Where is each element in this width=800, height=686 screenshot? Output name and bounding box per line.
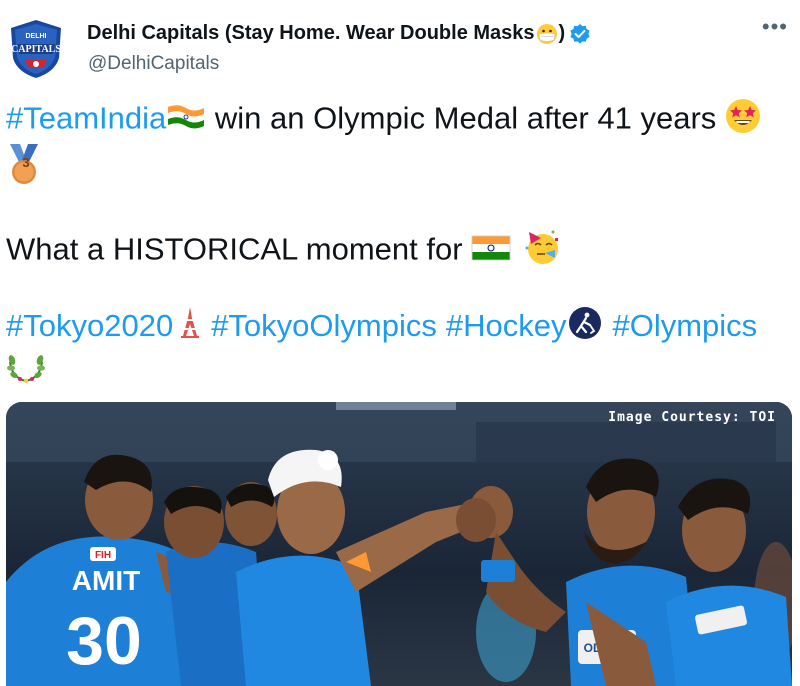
jersey-name-text: AMIT [72,565,140,596]
hashtag-teamindia[interactable]: #TeamIndia [6,101,166,136]
laurel-wreath-icon [6,348,46,393]
tweet-line-1-text: win an Olympic Medal after 41 years [206,100,725,136]
tokyo-tower-icon [179,306,201,349]
partying-face-icon [523,228,561,275]
avatar[interactable]: DELHI CAPITALS [7,18,65,80]
tweet-line-1: #TeamIndia win an Olympic Medal after 41… [6,98,761,143]
image-courtesy-caption: Image Courtesy: TOI [608,410,776,425]
tweet-line-5 [6,348,46,393]
tweet-line-3-text: What a HISTORICAL moment for [6,231,472,267]
mask-face-icon [536,23,558,45]
tweet-line-3: What a HISTORICAL moment for [6,228,561,275]
avatar-text-main: CAPITALS [11,44,61,55]
display-name[interactable]: Delhi Capitals (Stay Home. Wear Double M… [87,22,591,45]
india-flag-icon [471,232,511,271]
verified-badge-icon [569,23,591,45]
star-struck-icon [725,98,761,143]
hashtag-tokyoolympics[interactable]: #TokyoOlympics [211,308,437,343]
india-flag-waving-icon [166,101,206,140]
display-name-close: ) [558,22,566,44]
tweet-header: DELHI CAPITALS Delhi Capitals (Stay Home… [0,0,800,90]
more-options-button[interactable]: ••• [762,14,788,40]
avatar-text-top: DELHI [26,33,47,40]
jersey-number-text: 30 [66,603,142,679]
user-handle[interactable]: @DelhiCapitals [88,53,219,75]
tweet-media-image[interactable]: FIH AMIT 30 ODISHA Ima [6,402,792,686]
hashtag-olympics[interactable]: #Olympics [612,308,757,343]
display-name-text: Delhi Capitals (Stay Home. Wear Double M… [87,22,535,44]
fih-badge-text: FIH [95,550,111,561]
tweet-line-4: #Tokyo2020 #TokyoOlympics #Hockey #Olympics [6,306,757,349]
hashtag-hockey[interactable]: #Hockey [446,308,567,343]
hockey-pictogram-icon [568,306,602,349]
medal-number: 3 [22,155,30,170]
hashtag-tokyo2020[interactable]: #Tokyo2020 [6,308,173,343]
